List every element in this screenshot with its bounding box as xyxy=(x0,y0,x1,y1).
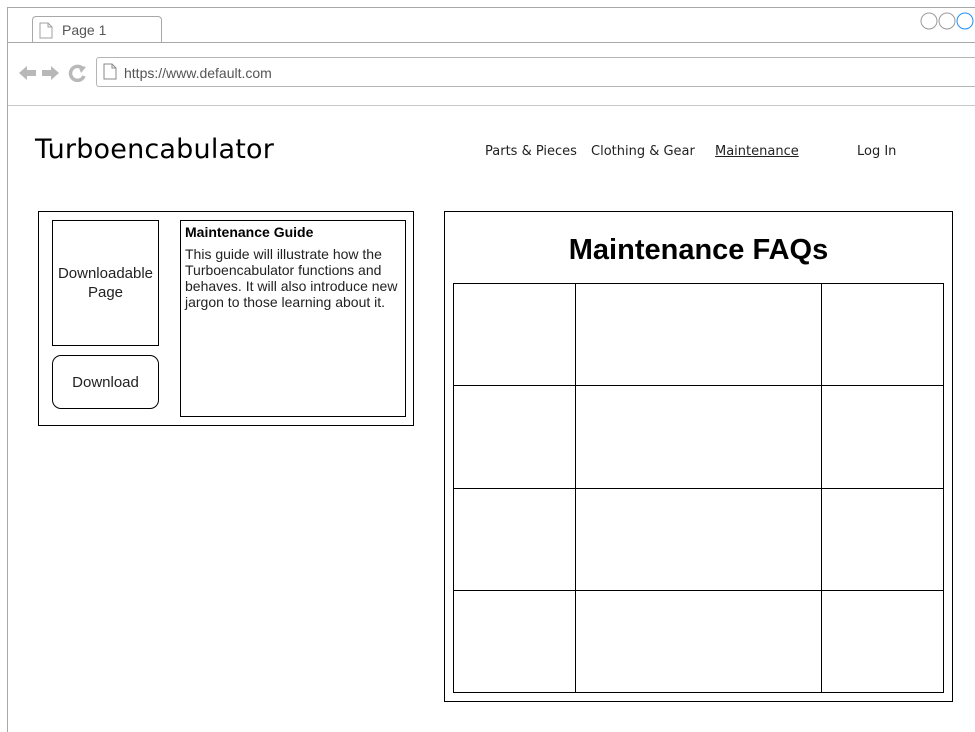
tab-title: Page 1 xyxy=(62,22,107,38)
page-icon xyxy=(103,63,117,80)
nav-icons xyxy=(19,64,86,82)
window-control-icon xyxy=(956,12,974,30)
nav-link-maintenance[interactable]: Maintenance xyxy=(715,144,799,159)
site-title: Turboencabulator xyxy=(35,134,275,165)
forward-arrow-icon[interactable] xyxy=(42,66,59,80)
back-arrow-icon[interactable] xyxy=(19,66,36,80)
address-bar: https://www.default.com xyxy=(8,43,975,105)
maintenance-guide-card: Downloadable Page Download Maintenance G… xyxy=(38,211,414,426)
reload-icon[interactable] xyxy=(68,64,86,82)
window-controls xyxy=(920,12,974,30)
login-link[interactable]: Log In xyxy=(857,144,896,159)
table-cell xyxy=(820,282,945,387)
table-row xyxy=(452,589,945,694)
nav-link-clothing-gear[interactable]: Clothing & Gear xyxy=(591,144,695,159)
table-cell xyxy=(820,487,945,591)
table-cell xyxy=(575,589,822,694)
thumbnail-label: Downloadable Page xyxy=(57,265,154,301)
table-cell xyxy=(452,589,577,694)
faq-table xyxy=(452,282,945,694)
table-cell xyxy=(452,385,577,489)
guide-description: Maintenance Guide This guide will illust… xyxy=(180,220,406,417)
nav-link-parts-pieces[interactable]: Parts & Pieces xyxy=(485,144,577,159)
table-cell xyxy=(820,385,945,489)
guide-heading: Maintenance Guide xyxy=(185,224,314,240)
page-icon xyxy=(39,22,53,39)
table-cell xyxy=(452,487,577,591)
table-cell xyxy=(575,487,822,591)
table-row xyxy=(452,385,945,489)
url-input[interactable]: https://www.default.com xyxy=(96,57,975,87)
download-button[interactable]: Download xyxy=(52,355,159,409)
faq-panel: Maintenance FAQs xyxy=(444,211,953,702)
browser-tab[interactable]: Page 1 xyxy=(32,16,162,43)
table-cell xyxy=(575,385,822,489)
guide-body: This guide will illustrate how the Turbo… xyxy=(185,246,398,310)
downloadable-page-thumbnail: Downloadable Page xyxy=(52,220,159,346)
window-control-icon xyxy=(920,12,938,30)
url-text: https://www.default.com xyxy=(124,65,272,81)
chrome-divider xyxy=(8,105,975,106)
table-row xyxy=(452,282,945,387)
table-cell xyxy=(575,282,822,387)
faq-title: Maintenance FAQs xyxy=(568,234,829,266)
table-cell xyxy=(452,282,577,387)
table-cell xyxy=(820,589,945,694)
table-row xyxy=(452,487,945,591)
window-control-icon xyxy=(938,12,956,30)
